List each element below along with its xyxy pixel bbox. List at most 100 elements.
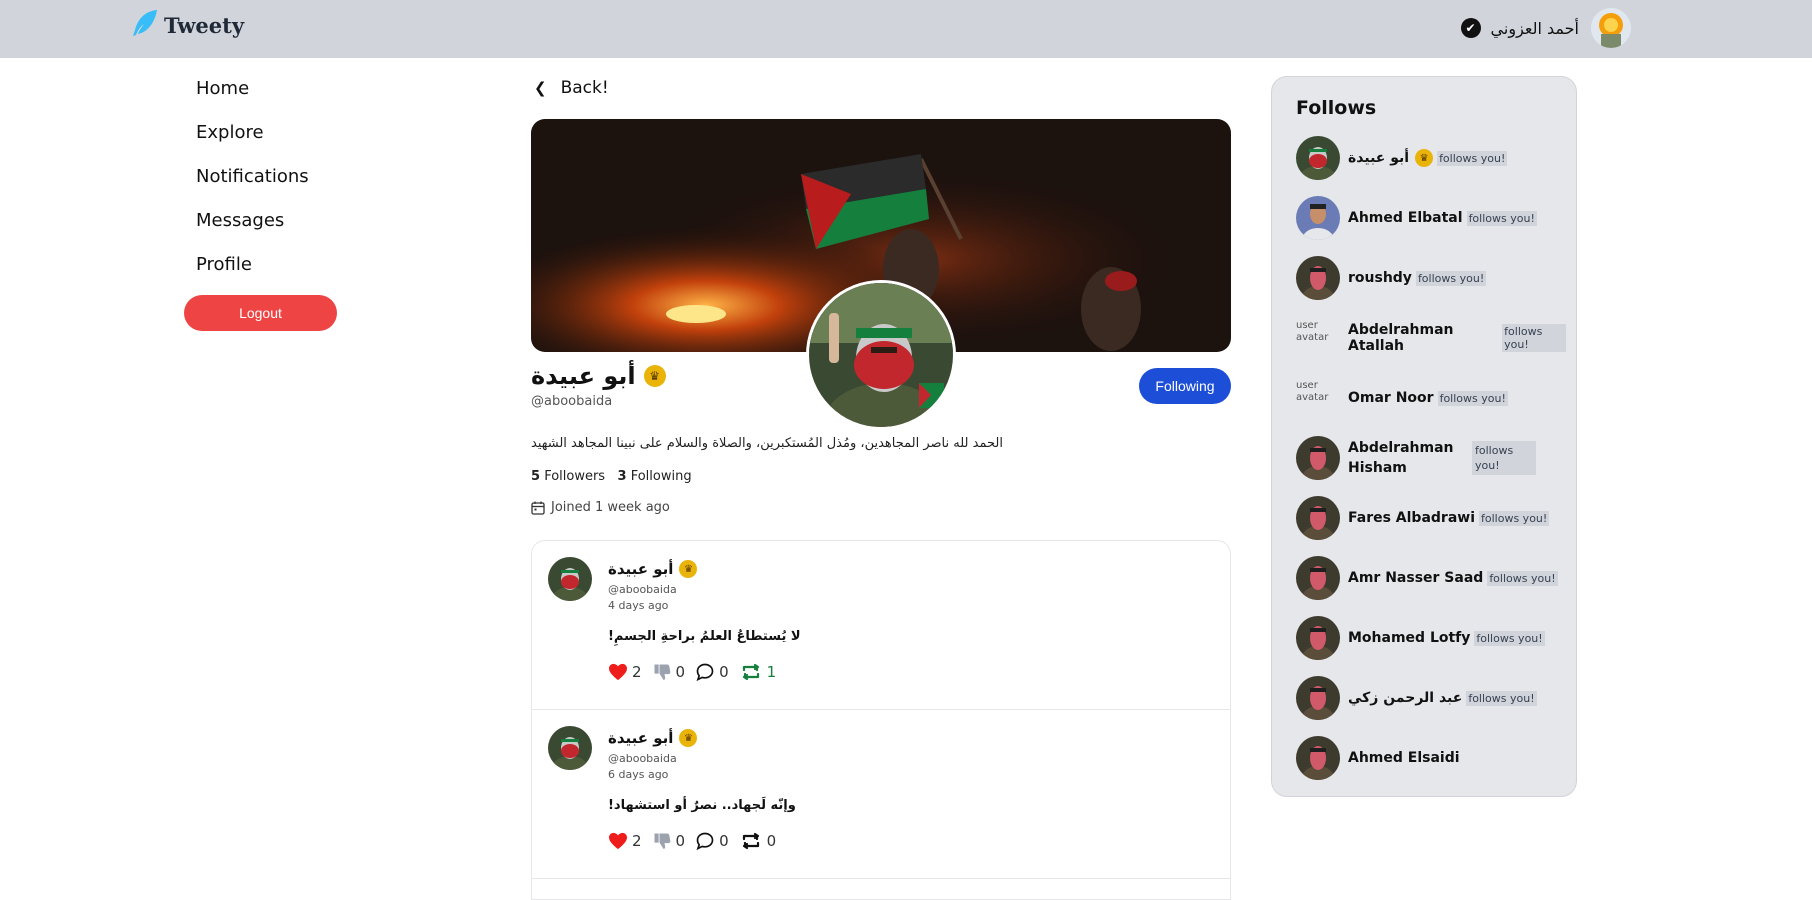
calendar-icon — [531, 501, 545, 515]
dislike-count: 0 — [675, 832, 686, 850]
back-link[interactable]: ❮ Back! — [534, 78, 609, 98]
crown-icon: ♛ — [679, 729, 698, 747]
nav-messages[interactable]: Messages — [196, 210, 309, 254]
follow-item[interactable]: Abdelrahman Hisham follows you! — [1296, 436, 1566, 480]
logout-button[interactable]: Logout — [184, 295, 337, 331]
brand-name: Tweety — [164, 12, 245, 38]
profile-bio: الحمد لله ناصر المجاهدين، ومُذل المُستكب… — [531, 436, 1003, 451]
tweet-author-handle: @aboobaida — [608, 752, 677, 765]
verified-check-icon: ✔ — [1460, 18, 1481, 38]
tweet-actions: 2 0 0 0 — [608, 831, 786, 851]
tweet-item[interactable]: أبو عبيدة ♛ @aboobaida 6 days ago وإنّه … — [532, 710, 1230, 879]
followers-link[interactable]: 5 Followers — [531, 469, 605, 484]
nav-explore[interactable]: Explore — [196, 122, 309, 166]
follow-avatar[interactable] — [1296, 676, 1340, 720]
follow-stats: 5 Followers 3 Following — [531, 469, 692, 484]
follow-item[interactable]: user avatar Omar Noor follows you! — [1296, 376, 1566, 420]
tweet-timestamp: 6 days ago — [608, 768, 669, 781]
follow-name: Ahmed Elbatal — [1348, 210, 1463, 226]
follow-avatar[interactable] — [1296, 196, 1340, 240]
broken-image-icon[interactable]: user avatar — [1296, 376, 1340, 420]
follow-item[interactable]: عبد الرحمن زكي follows you! — [1296, 676, 1566, 720]
follow-name: أبو عبيدة — [1348, 150, 1410, 166]
tweet-author-avatar[interactable] — [548, 726, 592, 770]
retweet-icon — [742, 663, 759, 681]
following-button[interactable]: Following — [1139, 368, 1231, 404]
follow-item[interactable]: Fares Albadrawi follows you! — [1296, 496, 1566, 540]
current-user-name: أحمد العزوني — [1490, 18, 1579, 38]
dislike-count: 0 — [675, 663, 686, 681]
follow-name: Omar Noor — [1348, 390, 1434, 406]
comment-button[interactable]: 0 — [695, 831, 729, 851]
follow-item[interactable]: user avatar Abdelrahman Atallah follows … — [1296, 316, 1566, 360]
chevron-left-icon: ❮ — [534, 79, 547, 97]
like-button[interactable]: 2 — [608, 663, 642, 681]
follow-name: Mohamed Lotfy — [1348, 630, 1471, 646]
comment-count: 0 — [719, 663, 729, 681]
like-count: 2 — [632, 832, 642, 850]
follows-panel: Follows أبو عبيدة ♛ follows you! Ahmed E… — [1271, 76, 1577, 797]
follow-avatar[interactable] — [1296, 556, 1340, 600]
crown-icon: ♛ — [1415, 149, 1434, 167]
nav-notifications[interactable]: Notifications — [196, 166, 309, 210]
follow-name: عبد الرحمن زكي — [1348, 690, 1463, 706]
follow-avatar[interactable] — [1296, 736, 1340, 780]
retweet-count: 1 — [766, 663, 777, 681]
follows-you-badge: follows you! — [1479, 510, 1550, 526]
comment-icon — [696, 663, 714, 682]
crown-icon: ♛ — [643, 365, 666, 387]
follows-you-badge: follows you! — [1437, 150, 1508, 166]
profile-name: أبو عبيدة ♛ — [531, 362, 666, 390]
follow-item[interactable]: Ahmed Elbatal follows you! — [1296, 196, 1566, 240]
profile-avatar[interactable] — [806, 280, 956, 430]
follow-item[interactable]: Amr Nasser Saad follows you! — [1296, 556, 1566, 600]
follow-name: Amr Nasser Saad — [1348, 570, 1484, 586]
follows-you-badge: follows you! — [1466, 210, 1537, 226]
follows-you-badge: follows you! — [1466, 690, 1537, 706]
dislike-button[interactable]: 0 — [652, 831, 686, 851]
follow-avatar[interactable] — [1296, 436, 1340, 480]
follow-name: Abdelrahman Hisham — [1348, 440, 1454, 476]
follow-avatar[interactable] — [1296, 616, 1340, 660]
current-user-avatar[interactable] — [1591, 8, 1631, 48]
tweet-text: لا يُستطاعُ العلمُ براحةِ الجسمِ! — [608, 629, 801, 644]
retweet-count: 0 — [766, 832, 777, 850]
follow-item[interactable]: roushdy follows you! — [1296, 256, 1566, 300]
like-button[interactable]: 2 — [608, 832, 642, 850]
tweet-author-name[interactable]: أبو عبيدة ♛ — [608, 560, 698, 578]
tweet-author-avatar[interactable] — [548, 557, 592, 601]
follow-item[interactable]: Mohamed Lotfy follows you! — [1296, 616, 1566, 660]
retweet-button[interactable]: 1 — [739, 662, 777, 682]
thumbs-down-icon — [654, 664, 670, 680]
tweet-text: وإنّه لَجهاد.. نصرٌ أو استشهاد! — [608, 798, 796, 813]
following-label: Following — [630, 469, 692, 484]
nav-profile[interactable]: Profile — [196, 254, 309, 298]
follows-you-badge: follows you! — [1415, 270, 1487, 286]
retweet-icon — [742, 832, 759, 850]
follows-title: Follows — [1296, 97, 1377, 119]
following-count: 3 — [617, 469, 627, 484]
follow-avatar[interactable] — [1296, 256, 1340, 300]
comment-button[interactable]: 0 — [695, 662, 729, 682]
feather-icon — [130, 8, 160, 42]
tweet-item[interactable]: أبو عبيدة ♛ @aboobaida 4 days ago لا يُس… — [532, 541, 1230, 710]
follow-avatar[interactable] — [1296, 136, 1340, 180]
follows-you-badge: follows you! — [1474, 630, 1545, 646]
following-link[interactable]: 3 Following — [618, 469, 692, 484]
brand[interactable]: Tweety — [130, 8, 244, 42]
follow-avatar[interactable] — [1296, 496, 1340, 540]
current-user[interactable]: ✔ أحمد العزوني — [1460, 8, 1631, 48]
follow-name: Ahmed Elsaidi — [1348, 750, 1460, 766]
dislike-button[interactable]: 0 — [652, 662, 686, 682]
follow-name: roushdy — [1348, 270, 1412, 286]
retweet-button[interactable]: 0 — [739, 831, 777, 851]
follow-item[interactable]: Ahmed Elsaidi — [1296, 736, 1566, 780]
heart-icon — [609, 663, 627, 681]
nav-home[interactable]: Home — [196, 78, 309, 122]
followers-count: 5 — [531, 469, 541, 484]
comment-count: 0 — [719, 832, 729, 850]
follow-item[interactable]: أبو عبيدة ♛ follows you! — [1296, 136, 1566, 180]
broken-image-icon[interactable]: user avatar — [1296, 316, 1340, 360]
tweet-author-name[interactable]: أبو عبيدة ♛ — [608, 729, 698, 747]
followers-label: Followers — [544, 469, 606, 484]
